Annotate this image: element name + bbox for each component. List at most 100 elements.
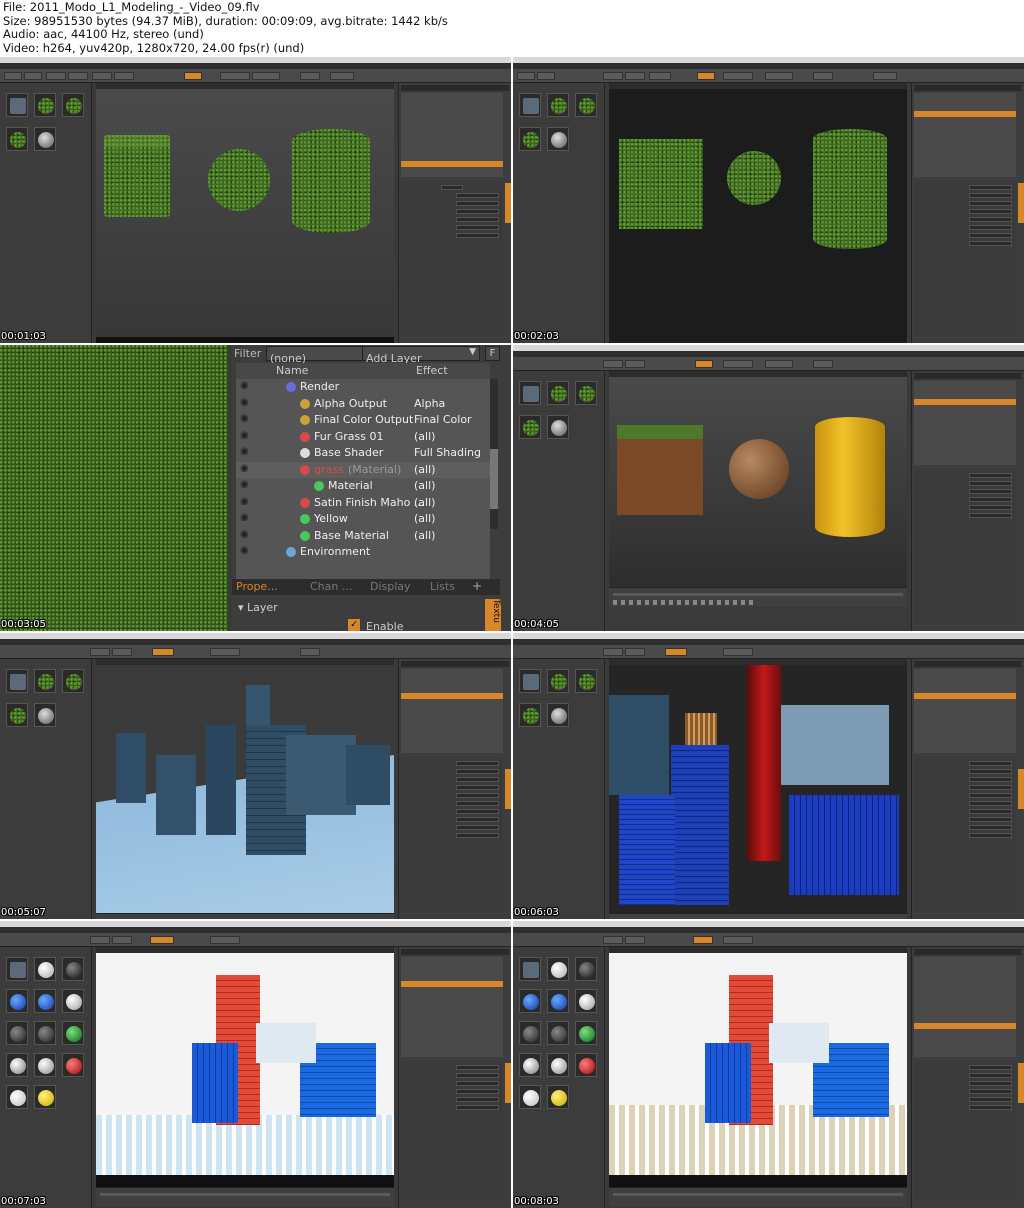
shader-tree-row[interactable]: ◉ Base Shader Full Shading (236, 445, 490, 462)
layer-name: Base Material (314, 528, 389, 542)
layer-name: Fur Grass 01 (314, 429, 384, 443)
layer-effect: (all) (414, 512, 436, 525)
layer-effect: Full Shading (414, 446, 481, 459)
eye-icon[interactable]: ◉ (240, 545, 249, 556)
tab-channels[interactable]: Chan ... (310, 580, 352, 593)
eye-icon[interactable]: ◉ (240, 446, 249, 457)
layer-collapse-icon[interactable]: ▾ (238, 601, 247, 614)
shader-tree-row[interactable]: ◉ Fur Grass 01 (all) (236, 429, 490, 446)
thumbnail-frame-4: 00:04:05 (513, 345, 1024, 631)
timestamp: 00:07:03 (1, 1196, 46, 1207)
texture-side-tab[interactable]: Textu (485, 599, 501, 631)
shader-tree-row[interactable]: ◉ Final Color Output Final Color (236, 412, 490, 429)
layer-icon (300, 514, 310, 524)
grass-cube (104, 135, 170, 217)
layer-icon (300, 530, 310, 541)
timestamp: 00:04:05 (514, 619, 559, 630)
filter-label: Filter (234, 347, 262, 360)
layer-name: Alpha Output (314, 396, 387, 410)
layer-effect: (all) (414, 429, 436, 443)
timestamp: 00:06:03 (514, 907, 559, 918)
f-button[interactable]: F (485, 346, 500, 361)
layer-effect: Final Color (414, 413, 472, 426)
layer-label: Layer (247, 601, 278, 614)
layer-type: (Material) (348, 462, 402, 476)
enable-checkbox[interactable]: ✓ (348, 619, 360, 631)
gl-viewport[interactable] (609, 89, 907, 343)
enable-label: Enable (366, 620, 404, 631)
eye-icon[interactable]: ◉ (240, 529, 249, 540)
timestamp: 00:01:03 (1, 331, 46, 342)
thumbnail-frame-1: 00:01:03 (0, 57, 511, 343)
layer-effect: (all) (414, 495, 436, 509)
eye-icon[interactable]: ◉ (240, 463, 249, 474)
shader-tree-row[interactable]: ◉ Yellow (all) (236, 511, 490, 528)
grass-cylinder (292, 129, 370, 233)
shader-tree-row[interactable]: ◉ grass (Material) (all) (236, 461, 490, 478)
eye-icon[interactable]: ◉ (240, 413, 249, 424)
property-tabs: Prope... Chan ... Display Lists + (232, 579, 500, 595)
grass-render-closeup (0, 345, 228, 631)
shader-tree-row[interactable]: ◉ Environment (236, 544, 490, 561)
grass-sphere (208, 149, 270, 211)
toolbar (0, 69, 511, 83)
thumbnail-frame-6: 00:06:03 (513, 633, 1024, 919)
tab-lists[interactable]: Lists (430, 580, 455, 593)
thumbnail-frame-2: 00:02:03 (513, 57, 1024, 343)
eye-icon[interactable]: ◉ (240, 397, 249, 408)
shader-tree-row[interactable]: ◉ Render (236, 379, 490, 396)
render-view[interactable] (96, 89, 394, 343)
eye-icon[interactable]: ◉ (240, 430, 249, 441)
thumbnail-frame-5: 00:05:07 (0, 633, 511, 919)
shader-tree-row[interactable]: ◉ Material (all) (236, 478, 490, 495)
layer-icon (300, 398, 310, 409)
chevron-down-icon: ▼ (469, 347, 476, 357)
preset-browser (0, 83, 92, 343)
shader-tree-list: Name Effect ◉ Render ◉ Alpha Output Alpha ◉ Fi… (236, 363, 490, 589)
video-info: Video: h264, yuv420p, 1280x720, 24.00 fp… (3, 40, 305, 55)
layer-icon (314, 481, 324, 491)
layer-name: grass (314, 462, 344, 476)
viewport-header (96, 83, 394, 89)
layer-icon (286, 547, 296, 557)
file-info-header: File: 2011_Modo_L1_Modeling_-_Video_09.f… (0, 0, 1024, 56)
layer-name: Final Color Output (314, 413, 414, 426)
shader-tree-row[interactable]: ◉ Base Material (all) (236, 528, 490, 545)
thumbnail-frame-8: 00:08:03 (513, 921, 1024, 1208)
material-presets (0, 947, 92, 1208)
thumbnail-frame-7: 00:07:03 (0, 921, 511, 1208)
layer-icon (300, 464, 310, 475)
eye-icon[interactable]: ◉ (240, 479, 249, 490)
add-tab-button[interactable]: + (472, 579, 482, 593)
layer-name: Satin Finish Maho ... (314, 495, 425, 509)
timestamp: 00:08:03 (514, 1196, 559, 1207)
col-effect-header: Effect (416, 364, 448, 377)
file-name: File: 2011_Modo_L1_Modeling_-_Video_09.f… (3, 0, 260, 14)
layer-icon (300, 497, 310, 508)
layer-effect: (all) (414, 528, 436, 542)
layer-name: Environment (300, 545, 371, 558)
layer-icon (300, 448, 310, 458)
shader-tree-panel (398, 83, 511, 343)
timestamp: 00:05:07 (1, 907, 46, 918)
layer-effect: (all) (414, 479, 436, 492)
eye-icon[interactable]: ◉ (240, 380, 249, 391)
timestamp: 00:03:05 (1, 619, 46, 630)
layer-icon (300, 415, 310, 425)
thumbnail-frame-3: Filter (none) ▼ Add Layer ▼ F Name Effec… (0, 345, 511, 631)
col-name-header: Name (276, 364, 309, 377)
timestamp: 00:02:03 (514, 331, 559, 342)
eye-icon[interactable]: ◉ (240, 496, 249, 507)
layer-icon (300, 431, 310, 442)
layer-name: Material (328, 479, 373, 492)
file-size: Size: 98951530 bytes (94.37 MiB), durati… (3, 13, 448, 28)
tab-display[interactable]: Display (370, 580, 411, 593)
tab-properties[interactable]: Prope... (236, 580, 278, 593)
shader-tree-row[interactable]: ◉ Alpha Output Alpha (236, 396, 490, 413)
layer-name: Render (300, 380, 340, 393)
layer-name: Yellow (314, 512, 348, 525)
shader-tree-row[interactable]: ◉ Satin Finish Maho ... (all) (236, 495, 490, 512)
add-layer-dropdown[interactable]: Add Layer ▼ (362, 346, 480, 365)
layer-name: Base Shader (314, 446, 384, 459)
eye-icon[interactable]: ◉ (240, 512, 249, 523)
